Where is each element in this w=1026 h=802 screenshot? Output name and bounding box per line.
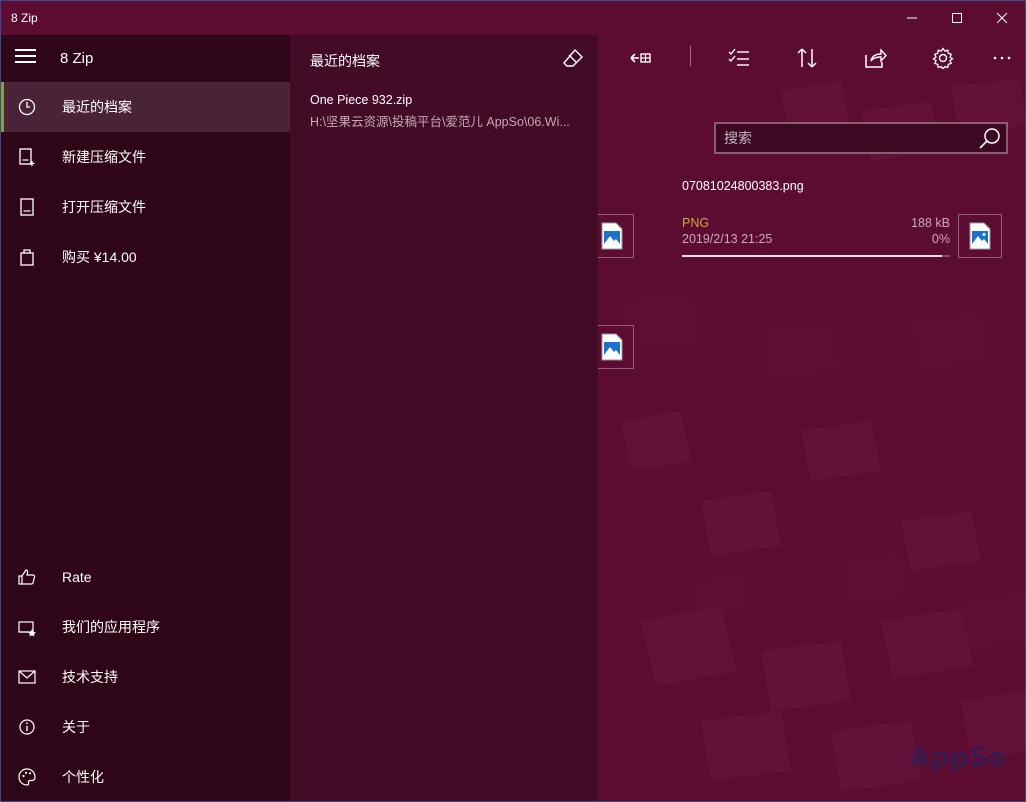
flyout-title: 最近的档案: [310, 53, 380, 69]
image-file-icon: [601, 222, 623, 250]
more-button[interactable]: [987, 43, 1017, 73]
nav-header: 8 Zip: [1, 35, 290, 81]
image-file-icon: [601, 333, 623, 361]
file-date: 2019/2/13 21:25: [682, 232, 773, 246]
search-box[interactable]: [714, 122, 1008, 154]
thumbs-up-icon: [18, 569, 36, 585]
sort-icon: [797, 48, 817, 68]
extract-icon: [630, 53, 651, 63]
nav-item-recent[interactable]: 最近的档案: [1, 82, 290, 132]
clock-icon: [18, 98, 36, 116]
toolbar-divider: [690, 46, 691, 66]
new-archive-icon: [19, 148, 35, 166]
hamburger-icon[interactable]: [15, 49, 37, 67]
nav-item-support[interactable]: 技术支持: [1, 652, 290, 702]
nav-item-our-apps[interactable]: 我们的应用程序: [1, 602, 290, 652]
watermark-logo: AppSo: [910, 743, 1007, 773]
nav-item-label: 我们的应用程序: [62, 619, 160, 635]
nav-item-new-archive[interactable]: 新建压缩文件: [1, 132, 290, 182]
minimize-icon: [907, 17, 917, 19]
palette-icon: [18, 768, 36, 786]
minimize-button[interactable]: [889, 1, 935, 35]
settings-button[interactable]: [928, 43, 958, 73]
shopping-bag-icon: [20, 249, 34, 266]
nav-pane: 8 Zip 最近的档案 新建压缩文件 打开压缩文件 购买 ¥14.00 Rate…: [1, 35, 290, 801]
search-icon[interactable]: [978, 126, 1002, 150]
nav-item-open-archive[interactable]: 打开压缩文件: [1, 182, 290, 232]
nav-item-label: 关于: [62, 719, 90, 735]
nav-item-label: 购买 ¥14.00: [62, 249, 137, 265]
sort-button[interactable]: [792, 43, 822, 73]
apps-icon: [18, 621, 36, 637]
file-thumbnail[interactable]: [958, 214, 1002, 258]
gear-icon: [932, 47, 954, 69]
file-name[interactable]: 07081024800383.png: [682, 179, 804, 193]
nav-item-label: 最近的档案: [62, 99, 132, 115]
app-window: 8 Zip 搜索 07081024800383.png PNG 2019/2/1…: [0, 0, 1026, 802]
share-icon: [865, 48, 887, 68]
file-type: PNG: [682, 216, 710, 230]
nav-item-label: Rate: [62, 569, 92, 585]
share-button[interactable]: [860, 43, 890, 73]
mail-icon: [18, 670, 36, 684]
nav-item-label: 个性化: [62, 769, 104, 785]
recent-item-name: One Piece 932.zip: [310, 93, 413, 107]
eraser-icon[interactable]: [562, 47, 584, 69]
extract-button[interactable]: [626, 43, 656, 73]
nav-title: 8 Zip: [60, 50, 94, 67]
search-input[interactable]: [724, 128, 964, 148]
close-icon: [996, 12, 1008, 24]
nav-item-label: 新建压缩文件: [62, 149, 146, 165]
file-percent: 0%: [931, 232, 950, 246]
info-icon: [19, 719, 35, 735]
file-progress-fill: [682, 255, 942, 257]
recent-flyout: 最近的档案 One Piece 932.zip H:\坚果云资源\投稿平台\爱范…: [290, 35, 598, 801]
file-size: 188 kB: [911, 216, 950, 230]
title-bar: 8 Zip: [1, 1, 1025, 35]
nav-item-buy[interactable]: 购买 ¥14.00: [1, 232, 290, 282]
image-file-icon: [969, 222, 991, 250]
maximize-icon: [952, 13, 962, 23]
checklist-icon: [728, 48, 749, 66]
nav-item-about[interactable]: 关于: [1, 702, 290, 752]
window-title: 8 Zip: [11, 11, 38, 25]
nav-item-rate[interactable]: Rate: [1, 552, 290, 602]
nav-item-label: 打开压缩文件: [62, 199, 146, 215]
recent-item-path: H:\坚果云资源\投稿平台\爱范儿 AppSo\06.Wi...: [310, 115, 570, 129]
more-icon: [993, 56, 1011, 60]
open-archive-icon: [20, 198, 34, 216]
file-progress-bar: [682, 255, 950, 257]
select-button[interactable]: [724, 43, 754, 73]
maximize-button[interactable]: [934, 1, 980, 35]
nav-item-label: 技术支持: [62, 669, 118, 685]
close-button[interactable]: [979, 1, 1025, 35]
nav-item-personalize[interactable]: 个性化: [1, 752, 290, 801]
